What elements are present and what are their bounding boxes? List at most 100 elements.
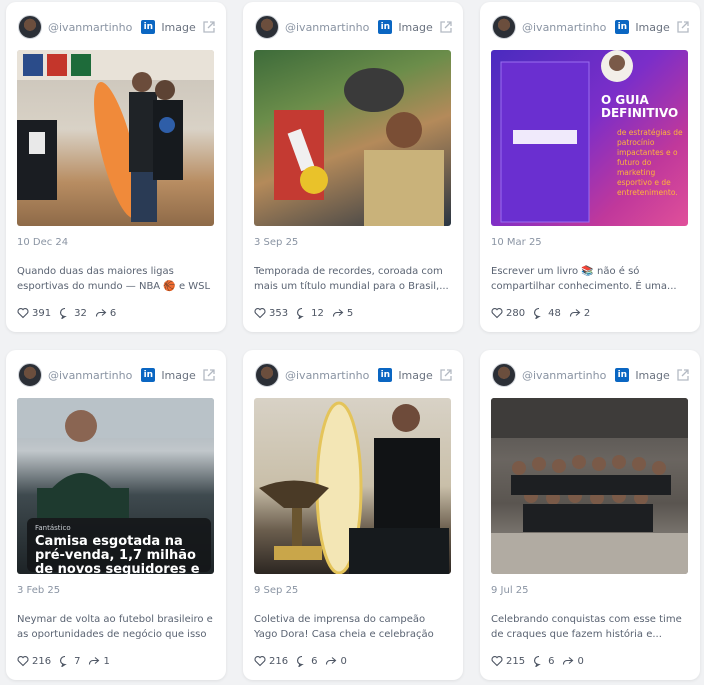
post-stats: 391 32 6 [17,307,124,319]
heart-icon [17,656,29,667]
comments-stat: 12 [296,307,324,319]
external-link-icon[interactable] [676,368,690,382]
post-image[interactable] [254,398,451,574]
post-date: 10 Mar 25 [491,237,542,248]
share-icon [569,309,581,317]
share-icon [95,309,107,317]
comment-icon [297,307,304,319]
shares-stat: 5 [332,307,353,319]
avatar[interactable] [492,15,516,39]
avatar[interactable] [18,15,42,39]
external-link-icon[interactable] [676,20,690,34]
card-header: @ivanmartinho in Image [255,15,453,39]
card-header: @ivanmartinho in Image [18,15,216,39]
post-caption: Celebrando conquistas com esse time de c… [491,614,682,640]
external-link-icon[interactable] [439,368,453,382]
share-icon [89,657,100,665]
external-link-icon[interactable] [439,20,453,34]
post-card[interactable]: @ivanmartinho in Image Fantástico Camisa… [6,350,226,680]
linkedin-icon: in [141,368,156,382]
news-overlay: Fantástico Camisa esgotada na pré-venda,… [27,518,211,575]
post-stats: 216 7 1 [17,655,118,667]
post-type-label: Image [398,20,433,34]
post-type-label: Image [161,368,196,382]
likes-stat: 216 [17,655,51,667]
external-link-icon[interactable] [202,368,216,382]
post-stats: 215 6 0 [491,655,592,667]
shares-count: 2 [583,307,591,319]
comments-stat: 48 [533,307,561,319]
post-image[interactable] [17,50,214,226]
post-stats: 216 6 0 [254,655,355,667]
post-date: 10 Dec 24 [17,237,69,248]
post-stats: 280 48 2 [491,307,598,319]
comments-count: 6 [311,655,318,667]
post-image[interactable]: O GUIA DEFINITIVO de estratégias de patr… [491,50,688,226]
post-type-label: Image [398,368,433,382]
post-card[interactable]: @ivanmartinho in Image 9 Jul 25 Celebran… [480,350,700,680]
post-date: 9 Sep 25 [254,585,299,596]
shares-stat: 1 [88,655,110,667]
external-link-icon[interactable] [202,20,216,34]
likes-count: 353 [269,307,289,319]
post-date: 9 Jul 25 [491,585,529,596]
avatar[interactable] [18,363,42,387]
card-header: @ivanmartinho in Image [492,15,690,39]
comments-stat: 6 [533,655,554,667]
post-card[interactable]: @ivanmartinho in Image 3 Sep 25 Temporad… [243,2,463,332]
post-card[interactable]: @ivanmartinho in Image 10 Dec 24 Quando … [6,2,226,332]
avatar[interactable] [255,363,279,387]
likes-count: 216 [269,655,289,667]
card-header: @ivanmartinho in Image [18,363,216,387]
comments-count: 48 [548,307,561,319]
shares-stat: 2 [569,307,590,319]
likes-stat: 391 [17,307,51,319]
likes-count: 216 [32,655,52,667]
post-card[interactable]: @ivanmartinho in Image 9 Sep 25 Coletiva… [243,350,463,680]
shares-count: 5 [346,307,354,319]
author-handle[interactable]: @ivanmartinho [285,21,369,34]
post-image[interactable] [491,398,688,574]
post-type-label: Image [161,20,196,34]
post-image[interactable]: Fantástico Camisa esgotada na pré-venda,… [17,398,214,574]
linkedin-icon: in [378,368,393,382]
heart-icon [254,656,266,667]
author-handle[interactable]: @ivanmartinho [522,369,606,382]
post-card[interactable]: @ivanmartinho in Image O GUIA DEFINITIVO… [480,2,700,332]
heart-icon [17,308,29,319]
heart-icon [254,308,266,319]
heart-icon [491,308,503,319]
overlay-headline: Camisa esgotada na pré-venda, 1,7 milhão… [35,534,200,575]
post-stats: 353 12 5 [254,307,361,319]
avatar[interactable] [492,363,516,387]
share-icon [326,657,337,665]
author-handle[interactable]: @ivanmartinho [48,21,132,34]
likes-stat: 280 [491,307,525,319]
post-caption: Coletiva de imprensa do campeão Yago Dor… [254,614,434,640]
comments-count: 32 [74,307,87,319]
linkedin-icon: in [141,20,156,34]
likes-count: 215 [506,655,526,667]
shares-count: 0 [577,655,584,667]
shares-count: 6 [109,307,117,319]
author-handle[interactable]: @ivanmartinho [522,21,606,34]
post-image[interactable] [254,50,451,226]
card-header: @ivanmartinho in Image [492,363,690,387]
author-handle[interactable]: @ivanmartinho [48,369,132,382]
author-handle[interactable]: @ivanmartinho [285,369,369,382]
comment-icon [534,655,541,667]
comment-icon [60,307,67,319]
heart-icon [491,656,503,667]
avatar[interactable] [255,15,279,39]
post-caption: Escrever um livro 📚 não é só compartilha… [491,266,677,292]
post-type-label: Image [635,368,670,382]
post-caption: Neymar de volta ao futebol brasileiro e … [17,614,213,640]
linkedin-icon: in [615,20,630,34]
comment-icon [534,307,541,319]
post-type-label: Image [635,20,670,34]
book-title: O GUIA DEFINITIVO [601,93,679,120]
share-icon [563,657,574,665]
shares-stat: 6 [95,307,116,319]
comments-stat: 6 [296,655,317,667]
likes-stat: 353 [254,307,288,319]
